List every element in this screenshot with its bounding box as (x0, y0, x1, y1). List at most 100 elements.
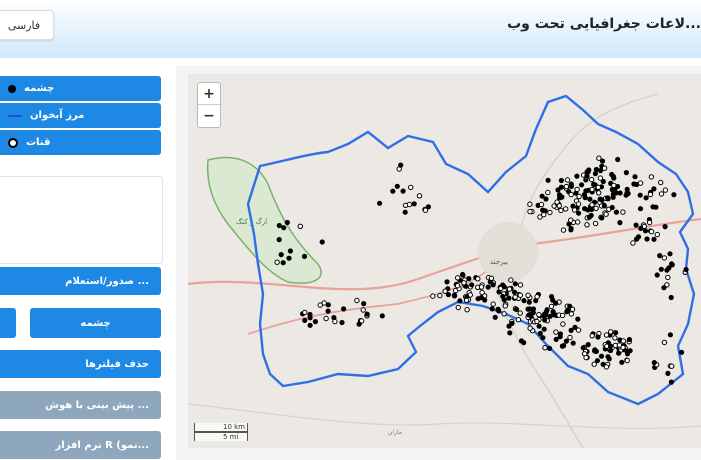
map-canvas[interactable]: بیرجند ارگ و کنگ مازان + − 10 km 5 mi (188, 74, 701, 448)
qanat-marker[interactable] (589, 186, 595, 193)
qanat-marker[interactable] (616, 342, 623, 348)
qanat-marker[interactable] (563, 206, 569, 212)
spring-marker[interactable] (390, 188, 396, 194)
qanat-marker[interactable] (648, 228, 655, 235)
spring-marker[interactable] (549, 294, 555, 300)
qanat-marker[interactable] (583, 354, 589, 361)
spring-marker[interactable] (579, 182, 585, 188)
spring-marker[interactable] (605, 354, 611, 360)
spring-marker[interactable] (575, 316, 581, 322)
spring-marker[interactable] (284, 219, 290, 226)
qanat-marker[interactable] (437, 292, 443, 299)
qanat-marker[interactable] (430, 293, 436, 299)
filter-button-partial[interactable] (0, 308, 16, 338)
spring-marker[interactable] (615, 156, 621, 163)
qanat-marker[interactable] (597, 175, 604, 181)
qanat-marker[interactable] (478, 284, 485, 290)
qanat-marker[interactable] (658, 179, 664, 186)
qanat-marker[interactable] (608, 329, 614, 335)
qanat-marker[interactable] (589, 202, 595, 208)
spring-marker[interactable] (506, 295, 512, 301)
spring-marker[interactable] (637, 192, 643, 198)
spring-marker[interactable] (457, 298, 463, 304)
spring-marker[interactable] (398, 162, 404, 168)
spring-marker[interactable] (500, 293, 506, 299)
qanat-marker[interactable] (455, 275, 461, 281)
spring-marker[interactable] (553, 336, 559, 342)
spring-marker[interactable] (276, 237, 282, 243)
spring-marker[interactable] (307, 311, 313, 318)
spring-marker[interactable] (574, 173, 580, 179)
spring-marker[interactable] (598, 353, 605, 359)
qanat-marker[interactable] (463, 297, 470, 304)
spring-marker[interactable] (543, 196, 549, 202)
qanat-marker[interactable] (527, 201, 533, 207)
qanat-marker[interactable] (601, 165, 608, 171)
qanat-marker[interactable] (603, 211, 609, 217)
spring-marker[interactable] (658, 266, 664, 272)
spring-marker[interactable] (547, 345, 553, 351)
ai-prediction-button[interactable]: پیش بینی با هوش ... (0, 391, 161, 419)
spring-marker[interactable] (584, 169, 590, 175)
spring-marker[interactable] (683, 267, 689, 273)
qanat-marker[interactable] (354, 297, 360, 304)
spring-marker[interactable] (553, 300, 559, 306)
spring-marker[interactable] (541, 326, 547, 332)
qanat-marker[interactable] (568, 311, 575, 317)
legend-item-qanat[interactable]: قنات (0, 130, 161, 155)
qanat-marker[interactable] (589, 176, 595, 183)
spring-marker[interactable] (661, 285, 667, 291)
spring-marker[interactable] (489, 306, 495, 312)
spring-marker[interactable] (361, 301, 367, 307)
qanat-marker[interactable] (534, 318, 540, 325)
qanat-marker[interactable] (564, 177, 571, 183)
qanat-marker[interactable] (665, 274, 671, 281)
qanat-marker[interactable] (658, 191, 665, 197)
qanat-marker[interactable] (332, 318, 338, 325)
qanat-marker[interactable] (502, 303, 508, 309)
spring-marker[interactable] (540, 335, 546, 341)
spring-marker[interactable] (564, 309, 570, 315)
spring-marker[interactable] (567, 303, 573, 309)
spring-marker[interactable] (558, 184, 564, 190)
spring-marker[interactable] (280, 260, 286, 266)
filter-text-area[interactable] (0, 176, 163, 264)
qanat-marker[interactable] (560, 321, 566, 327)
spring-marker[interactable] (527, 311, 533, 318)
qanat-marker[interactable] (517, 310, 523, 316)
qanat-marker[interactable] (506, 286, 513, 292)
spring-marker[interactable] (583, 188, 589, 194)
qanat-marker[interactable] (568, 217, 574, 223)
qanat-marker[interactable] (547, 209, 553, 216)
qanat-marker[interactable] (512, 294, 518, 300)
spring-marker[interactable] (657, 253, 663, 259)
spring-marker[interactable] (595, 334, 601, 340)
qanat-marker[interactable] (567, 334, 573, 341)
spring-marker[interactable] (667, 332, 673, 338)
qanat-marker[interactable] (527, 325, 533, 331)
spring-marker[interactable] (632, 174, 638, 180)
spring-marker[interactable] (651, 236, 657, 242)
qanat-marker[interactable] (596, 190, 602, 196)
spring-marker[interactable] (558, 177, 564, 184)
spring-marker[interactable] (619, 359, 625, 365)
spring-marker[interactable] (301, 253, 308, 259)
qanat-marker[interactable] (416, 193, 423, 199)
qanat-marker[interactable] (515, 317, 522, 323)
spring-marker[interactable] (610, 173, 616, 179)
qanat-marker[interactable] (317, 302, 323, 308)
qanat-marker[interactable] (612, 335, 618, 341)
qanat-marker[interactable] (620, 209, 626, 215)
spring-marker[interactable] (667, 251, 673, 257)
qanat-marker[interactable] (527, 208, 533, 215)
spring-marker[interactable] (609, 204, 615, 211)
qanat-marker[interactable] (558, 207, 564, 214)
spring-marker[interactable] (588, 212, 594, 218)
spring-marker[interactable] (312, 319, 318, 325)
spring-marker[interactable] (582, 195, 588, 201)
spring-marker[interactable] (492, 314, 498, 320)
spring-marker[interactable] (666, 265, 672, 271)
qanat-marker[interactable] (576, 193, 582, 200)
qanat-marker[interactable] (661, 255, 668, 261)
clear-filters-button[interactable]: حذف فیلترها (0, 350, 161, 378)
